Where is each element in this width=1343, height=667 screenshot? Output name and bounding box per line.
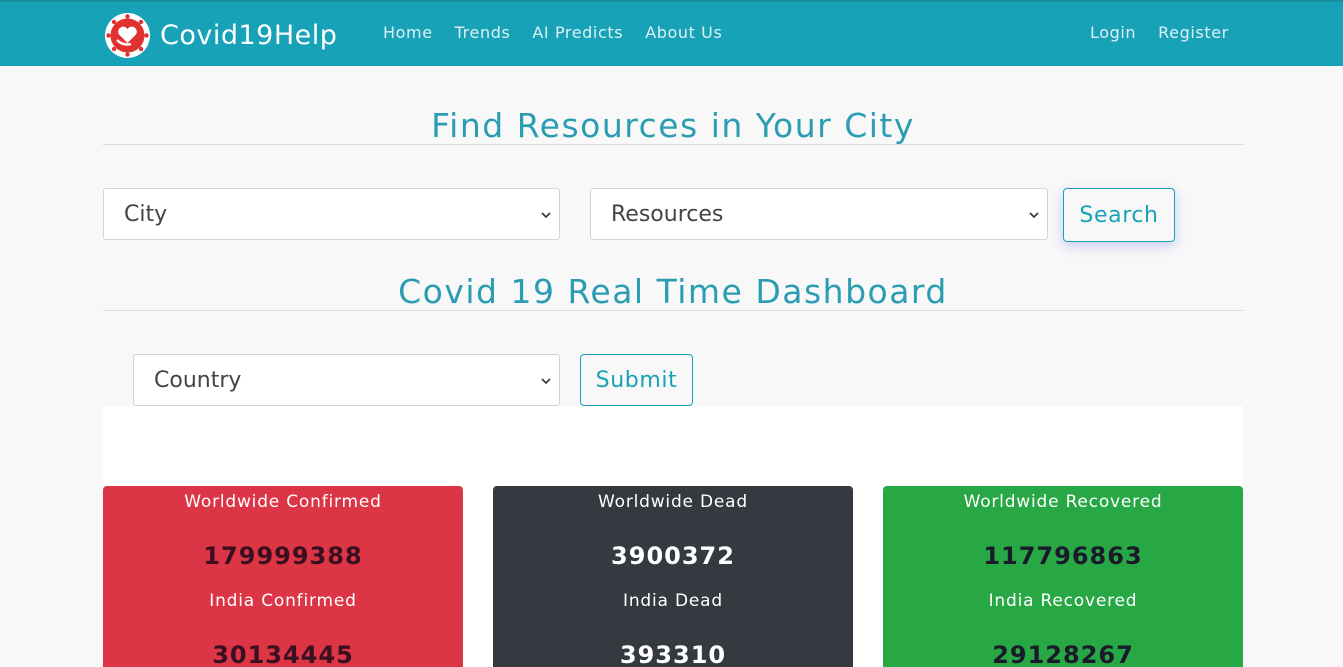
virus-heart-logo-icon [105,12,150,58]
nav-login[interactable]: Login [1090,23,1136,42]
resource-select[interactable]: Resources [590,188,1048,240]
nav-auth-links: Login Register [1090,23,1229,42]
nav-ai-predicts[interactable]: AI Predicts [532,23,623,42]
india-confirmed-label: India Confirmed [209,591,357,611]
dashboard-divider [103,310,1243,311]
country-select-value: Country [154,367,242,393]
stat-card-recovered: Worldwide Recovered 117796863 India Reco… [883,486,1243,667]
india-recovered-value: 29128267 [992,641,1134,667]
brand[interactable]: Covid19Help [105,12,337,58]
submit-button[interactable]: Submit [580,354,693,406]
india-dead-label: India Dead [623,591,723,611]
india-recovered-label: India Recovered [988,591,1138,611]
worldwide-confirmed-value: 179999388 [203,542,363,570]
chevron-down-icon [1029,212,1039,219]
brand-name: Covid19Help [160,19,338,51]
india-dead-value: 393310 [619,641,727,667]
nav-register[interactable]: Register [1158,23,1229,42]
stat-card-confirmed: Worldwide Confirmed 179999388 India Conf… [103,486,463,667]
india-confirmed-value: 30134445 [212,641,354,667]
nav-home[interactable]: Home [383,23,433,42]
resources-divider [103,144,1243,145]
worldwide-recovered-value: 117796863 [983,542,1143,570]
resources-title: Find Resources in Your City [431,106,915,145]
navbar: Covid19Help Home Trends AI Predicts Abou… [0,0,1343,66]
stat-card-dead: Worldwide Dead 3900372 India Dead 393310 [493,486,853,667]
chevron-down-icon [541,378,551,385]
resource-select-value: Resources [611,201,724,227]
city-select[interactable]: City [103,188,560,240]
city-select-value: City [124,201,168,227]
nav-about-us[interactable]: About Us [645,23,722,42]
dashboard-title: Covid 19 Real Time Dashboard [398,272,948,311]
worldwide-confirmed-label: Worldwide Confirmed [184,492,382,512]
country-select[interactable]: Country [133,354,560,406]
worldwide-dead-value: 3900372 [611,542,735,570]
chevron-down-icon [541,212,551,219]
worldwide-dead-label: Worldwide Dead [598,492,748,512]
nav-trends[interactable]: Trends [455,23,511,42]
worldwide-recovered-label: Worldwide Recovered [963,492,1163,512]
nav-links: Home Trends AI Predicts About Us [383,23,722,42]
search-button[interactable]: Search [1063,188,1175,242]
